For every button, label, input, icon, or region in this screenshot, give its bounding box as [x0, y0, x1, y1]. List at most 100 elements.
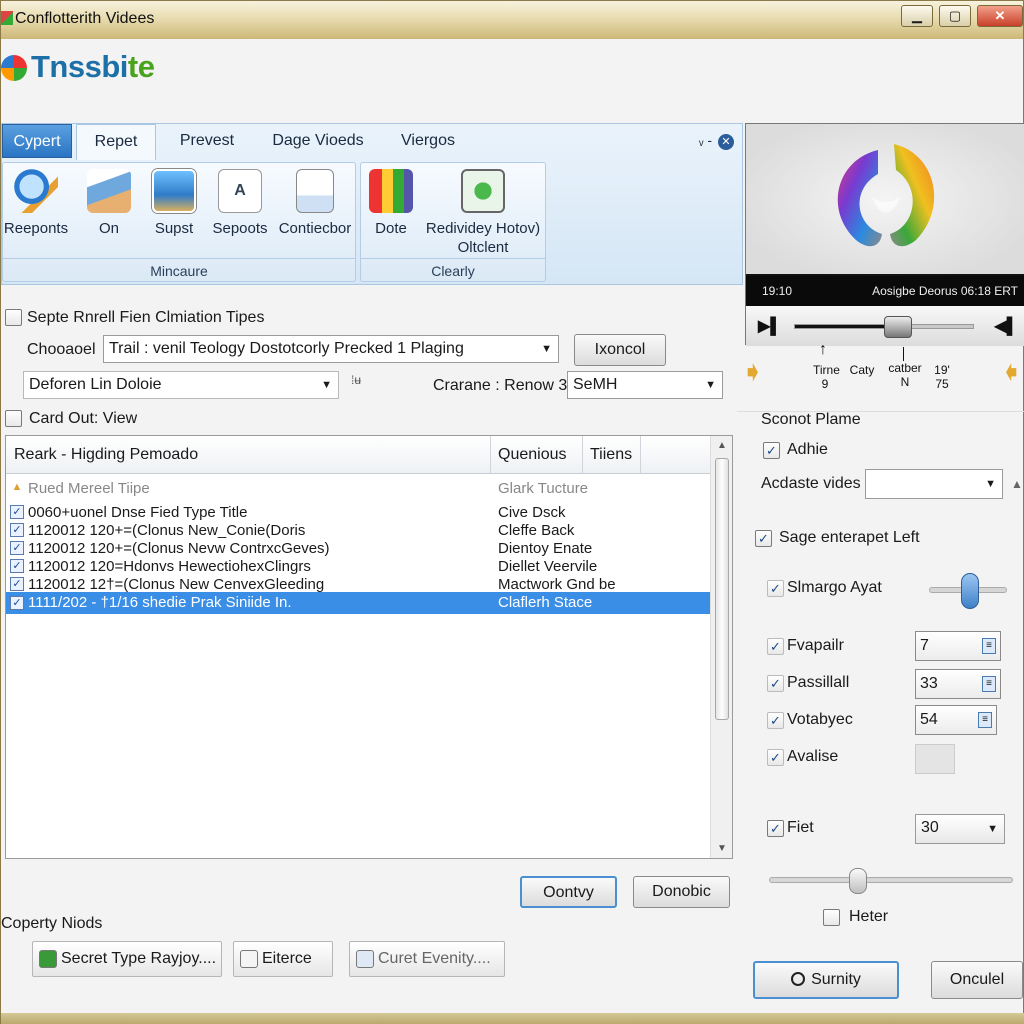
fiet-checkbox[interactable]: ✓ [767, 820, 784, 837]
edit-icon [39, 950, 57, 968]
player-controls: ▶▌ ◀▌ [746, 306, 1024, 346]
up-marker-icon: ↑ [819, 341, 827, 358]
previous-arrow-icon[interactable]: ➧ [741, 357, 773, 387]
ixoncol-button[interactable]: Ixoncol [574, 334, 666, 366]
chevron-down-icon: ▼ [705, 379, 716, 391]
volume-icon[interactable]: ◀▌ [994, 316, 1018, 336]
spinner-icon[interactable]: ≡ [982, 676, 996, 692]
scroll-thumb[interactable] [715, 458, 729, 720]
table-row[interactable]: ✓ 1120012 120+=(Clonus New_Conie(Doris C… [6, 522, 712, 540]
ribbon-tabs: Cypert Repet Prevest Dage Vioeds Viergos… [2, 124, 742, 160]
sepoots-button[interactable]: A Sepoots [207, 169, 273, 238]
contiecbor-button[interactable]: Contiecbor [275, 169, 355, 238]
list-header: Reark - Higding Pemoado Quenious Tiiens [6, 436, 712, 474]
table-row[interactable]: ✓ 1120012 120=Hdonvs HewectiohexClingrs … [6, 558, 712, 576]
maximize-button[interactable]: ▢ [939, 5, 971, 27]
passillall-input[interactable]: 33 ≡ [915, 669, 1001, 699]
hand-card-icon [87, 169, 131, 213]
ribbon-close-icon[interactable]: ✕ [718, 134, 734, 150]
option1-checkbox[interactable] [5, 309, 22, 326]
acdaste-dropdown[interactable]: ▼ [865, 469, 1003, 499]
group-separator [3, 258, 355, 259]
panel-slider[interactable] [769, 868, 1013, 894]
scroll-down-icon[interactable]: ▼ [717, 843, 727, 854]
eiterce-button[interactable]: Eiterce [233, 941, 333, 977]
fvapailr-checkbox[interactable]: ✓ [767, 638, 784, 655]
tab-prevest[interactable]: Prevest [170, 124, 244, 158]
slmargo-slider-thumb[interactable] [961, 573, 979, 609]
carane-value: SeMH [573, 376, 618, 393]
list-scrollbar[interactable]: ▲ ▼ [710, 436, 732, 858]
tab-dage-vioeds[interactable]: Dage Vioeds [264, 124, 372, 158]
column-header[interactable]: Quenious [498, 446, 567, 464]
table-row[interactable]: ✓ 1120012 120+=(Clonus Nevw ContrxcGeves… [6, 540, 712, 558]
avalise-swatch[interactable] [915, 744, 955, 774]
video-screen[interactable] [746, 124, 1024, 274]
check-icon: ✓ [10, 505, 24, 519]
secret-type-button[interactable]: Secret Type Rayjoy.... [32, 941, 222, 977]
close-button[interactable]: ✕ [977, 5, 1023, 27]
reeponts-button[interactable]: Reeponts [3, 169, 69, 238]
deforen-dropdown[interactable]: Deforen Lin Doloie ▼ [23, 371, 339, 399]
tab-repet[interactable]: Repet [76, 124, 156, 160]
slmargo-checkbox[interactable]: ✓ [767, 580, 784, 597]
page-icon [240, 950, 258, 968]
table-row-selected[interactable]: ✓ 1111/202 - †1/16 shedie Prak Siniide I… [6, 592, 712, 614]
button-label: Eiterce [262, 950, 312, 967]
panel-slider-thumb[interactable] [848, 868, 867, 894]
choose-dropdown[interactable]: Trail : venil Teology Dostotcorly Precke… [103, 335, 559, 363]
on-button[interactable]: On [77, 169, 141, 238]
button-label: Curet Evenity.... [378, 950, 491, 967]
column-divider [490, 436, 491, 474]
format-icon[interactable]: ⁞ʉ [351, 373, 361, 387]
application-window: Conflotterith Videes ▁ ▢ ✕ Tnssbite Cype… [0, 0, 1024, 1024]
chevron-down-icon: ▼ [985, 478, 996, 490]
redividey-button[interactable]: Redividey Hotov) Oltclent [421, 169, 545, 257]
fvapailr-input[interactable]: 7 ≡ [915, 631, 1001, 661]
votabyec-checkbox[interactable]: ✓ [767, 712, 784, 729]
dote-button[interactable]: Dote [363, 169, 419, 238]
column-header[interactable]: Tiiens [590, 446, 632, 464]
logo-text-accent: te [127, 49, 155, 84]
column-header[interactable]: Reark - Higding Pemoado [14, 446, 198, 464]
annotation-value: 75 [935, 377, 949, 391]
summary-icon [791, 972, 806, 986]
scroll-up-icon[interactable]: ▲ [717, 440, 727, 451]
avalise-checkbox[interactable]: ✓ [767, 749, 784, 766]
gallery-icon [152, 169, 196, 213]
minimize-button[interactable]: ▁ [901, 5, 933, 27]
votabyec-label: Votabyec [787, 711, 853, 728]
tab-viergos[interactable]: Viergos [392, 124, 464, 158]
spinner-icon[interactable]: ≡ [978, 712, 992, 728]
ok-button[interactable]: Oontvy [520, 876, 617, 908]
curet-evenity-button[interactable]: Curet Evenity.... [349, 941, 505, 977]
fiet-dropdown[interactable]: 30 ▼ [915, 814, 1005, 844]
document-icon [296, 169, 334, 213]
supst-button[interactable]: Supst [143, 169, 205, 238]
spinner-icon[interactable]: ≡ [982, 638, 996, 654]
onculel-button[interactable]: Onculel [931, 961, 1023, 999]
tab-cypert[interactable]: Cypert [2, 124, 72, 158]
ribbon: Cypert Repet Prevest Dage Vioeds Viergos… [1, 123, 743, 285]
votabyec-input[interactable]: 54 ≡ [915, 705, 997, 735]
list-group-row[interactable]: ▲ Rued Mereel Tiipe Glark Tucture [6, 480, 712, 498]
button-label: Secret Type Rayjoy.... [61, 950, 217, 967]
annotation-label: catber [888, 361, 922, 375]
group-label: Mincaure [150, 263, 208, 279]
donobic-button[interactable]: Donobic [633, 876, 730, 908]
play-icon[interactable]: ▶▌ [758, 316, 782, 336]
annotation-value: 9 [821, 377, 829, 391]
carane-dropdown[interactable]: SeMH ▼ [567, 371, 723, 399]
table-row[interactable]: ✓ 0060+uonel Dnse Fied Type Title Cive D… [6, 504, 712, 522]
chevron-down-icon: ▼ [541, 343, 552, 355]
heter-checkbox[interactable] [823, 909, 840, 926]
seek-thumb[interactable] [884, 316, 913, 338]
passillall-checkbox[interactable]: ✓ [767, 675, 784, 692]
sage-checkbox[interactable]: ✓ [755, 530, 772, 547]
row-type: Cleffe Back [498, 522, 575, 539]
next-arrow-icon[interactable]: ➧ [991, 356, 1023, 387]
ribbon-options[interactable]: ᵥ - [699, 132, 712, 148]
adhie-checkbox[interactable]: ✓ [763, 442, 780, 459]
card-out-checkbox[interactable] [5, 410, 22, 427]
summary-button[interactable]: Surnity [753, 961, 899, 999]
